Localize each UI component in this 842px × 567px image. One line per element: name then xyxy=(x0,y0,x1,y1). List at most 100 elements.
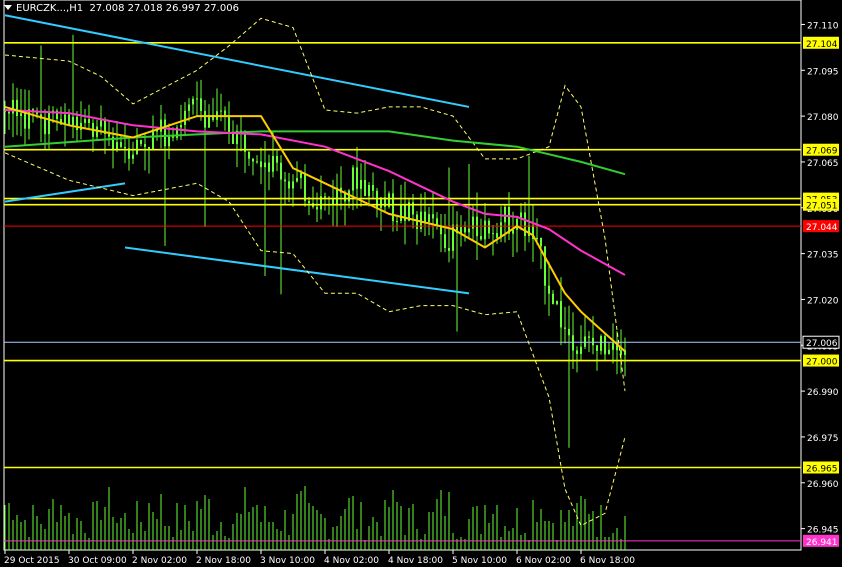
candle-body xyxy=(540,237,542,247)
candle-body xyxy=(324,196,326,198)
candle-body xyxy=(12,99,14,114)
candle-body xyxy=(316,206,318,210)
candle-body xyxy=(356,167,358,189)
candle-body xyxy=(192,98,194,105)
candle-body xyxy=(396,220,398,222)
candle-body xyxy=(44,118,46,135)
axis-label-27.104: 27.104 xyxy=(806,40,838,50)
candle-body xyxy=(100,120,102,127)
candle-body xyxy=(428,214,430,223)
candle-body xyxy=(268,162,270,172)
y-tick-label: 26.945 xyxy=(807,526,839,536)
candle-body xyxy=(164,119,166,147)
candle-body xyxy=(596,345,598,351)
y-tick-label: 27.065 xyxy=(807,159,839,169)
candle-body xyxy=(364,179,366,197)
candle-body xyxy=(120,142,122,147)
x-tick-label: 6 Nov 02:00 xyxy=(516,556,571,566)
candle-body xyxy=(368,185,370,197)
candle-body xyxy=(284,179,286,182)
candle-body xyxy=(16,99,18,117)
candle-body xyxy=(72,116,74,126)
channel-line-2 xyxy=(124,246,470,295)
candle-body xyxy=(196,98,198,100)
candle-body xyxy=(132,154,134,159)
candle-body xyxy=(572,335,574,351)
candle-body xyxy=(188,104,190,111)
candle-body xyxy=(140,139,142,145)
candle-body xyxy=(232,133,234,144)
candle-body xyxy=(584,336,586,347)
candle-body xyxy=(568,328,570,336)
candle-body xyxy=(272,155,274,172)
candle-body xyxy=(552,293,554,305)
candle-body xyxy=(464,227,466,233)
candle-body xyxy=(200,98,202,112)
candle-body xyxy=(492,233,494,235)
candle-body xyxy=(444,234,446,248)
y-tick-label: 27.080 xyxy=(807,113,839,123)
candle-body xyxy=(432,214,434,219)
candle-body xyxy=(168,135,170,147)
candle-body xyxy=(20,113,22,117)
candle-body xyxy=(296,178,298,182)
candle-body xyxy=(536,237,538,240)
x-tick-label: 2 Nov 18:00 xyxy=(196,556,251,566)
candle-body xyxy=(484,220,486,240)
y-tick-label: 27.035 xyxy=(807,251,839,261)
candle-body xyxy=(144,144,146,147)
x-tick-label: 4 Nov 02:00 xyxy=(324,556,379,566)
candle-body xyxy=(576,350,578,354)
candle-body xyxy=(600,336,602,351)
candle-body xyxy=(548,285,550,294)
candle-body xyxy=(276,155,278,163)
candle-body xyxy=(424,211,426,223)
ma-slow-line xyxy=(4,130,626,176)
y-tick-label: 27.110 xyxy=(807,21,839,31)
candle-body xyxy=(496,233,498,238)
candle-body xyxy=(304,172,306,201)
x-tick-label: 6 Nov 18:00 xyxy=(580,556,635,566)
candle-body xyxy=(288,181,290,189)
candle-body xyxy=(480,236,482,240)
candle-body xyxy=(160,119,162,132)
candle-body xyxy=(300,172,302,179)
x-tick-label: 3 Nov 10:00 xyxy=(260,556,315,566)
axis-label-27.000: 27.000 xyxy=(806,358,838,368)
candle-body xyxy=(8,111,10,114)
axis-label-26.941: 26.941 xyxy=(806,538,838,548)
candle-body xyxy=(280,162,282,180)
candle-body xyxy=(248,151,250,159)
candle-body xyxy=(580,346,582,354)
candle-body xyxy=(256,161,258,163)
axis-label-27.006: 27.006 xyxy=(806,339,838,349)
candle-body xyxy=(308,200,310,204)
candle-body xyxy=(360,179,362,189)
candle-body xyxy=(76,116,78,131)
candle-body xyxy=(152,129,154,150)
axis-label-26.965: 26.965 xyxy=(806,465,838,475)
candle-body xyxy=(228,116,230,134)
channel-line-0 xyxy=(4,14,470,108)
x-tick-label: 29 Oct 2015 xyxy=(4,556,60,566)
candle-body xyxy=(524,212,526,237)
candle-body xyxy=(372,185,374,191)
candle-body xyxy=(560,301,562,328)
price-chart[interactable]: 27.11027.09527.08027.06527.05027.03527.0… xyxy=(0,0,842,567)
candle-body xyxy=(564,327,566,329)
candle-body xyxy=(488,220,490,234)
candle-body xyxy=(264,162,266,168)
candle-body xyxy=(24,113,26,129)
candle-body xyxy=(472,216,474,229)
candle-body xyxy=(116,142,118,150)
candle-body xyxy=(184,110,186,125)
y-tick-label: 27.020 xyxy=(807,296,839,306)
bollinger-lower xyxy=(4,152,626,527)
candle-body xyxy=(592,337,594,346)
axis-label-27.051: 27.051 xyxy=(806,202,838,212)
candle-body xyxy=(68,114,70,126)
candle-body xyxy=(292,181,294,189)
x-tick-label: 4 Nov 18:00 xyxy=(388,556,443,566)
candle-body xyxy=(516,219,518,230)
candle-body xyxy=(352,167,354,191)
